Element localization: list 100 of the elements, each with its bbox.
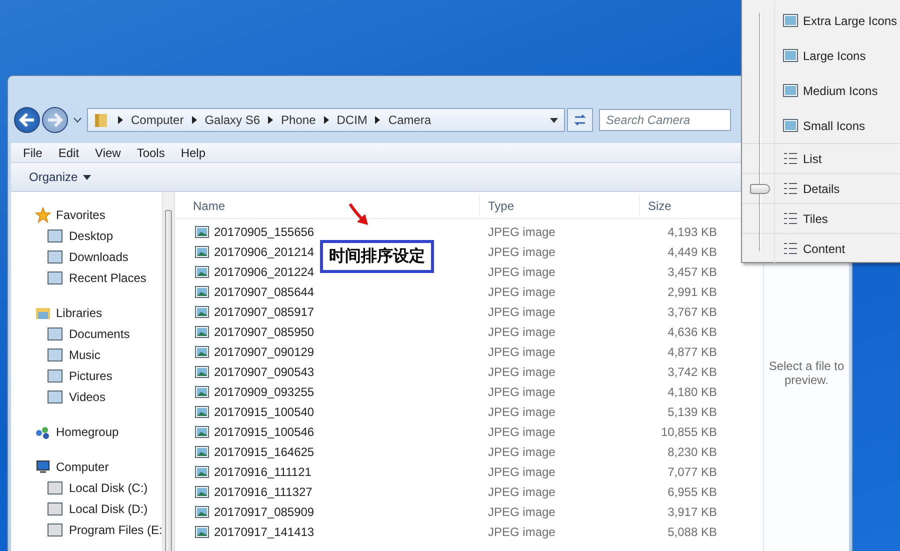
item-icon: [47, 390, 63, 404]
slider-thumb[interactable]: [750, 184, 770, 194]
item-icon: [47, 348, 63, 362]
breadcrumb[interactable]: Phone: [281, 113, 316, 127]
icon-view-icon: [783, 14, 798, 27]
organize-button[interactable]: Organize: [25, 168, 95, 186]
nav-item[interactable]: Downloads: [11, 246, 162, 267]
menu-item[interactable]: Help: [180, 146, 206, 160]
menu-item[interactable]: Extra Large Icons: [775, 14, 898, 28]
nav-item[interactable]: Libraries: [11, 302, 162, 323]
file-name[interactable]: 20170917_085909: [214, 505, 314, 519]
file-name[interactable]: 20170906_201214: [214, 245, 314, 259]
nav-item[interactable]: Favorites: [11, 204, 162, 225]
table-cell-text: JPEG image: [487, 425, 556, 439]
list-view-icon: [783, 212, 798, 225]
image-file-icon: [195, 526, 209, 538]
table-cell-text: 4,877 KB: [666, 345, 718, 359]
network-icon: [35, 424, 51, 438]
caret-icon[interactable]: [73, 117, 82, 123]
nav-item[interactable]: Computer: [11, 456, 162, 477]
computer-icon: [35, 460, 51, 474]
file-name[interactable]: 20170915_100540: [214, 405, 314, 419]
table-cell-text: 3,457 KB: [666, 265, 718, 279]
item-icon: [47, 522, 63, 536]
item-icon: [47, 228, 63, 242]
breadcrumb[interactable]: Camera: [388, 113, 432, 127]
nav-item[interactable]: Local Disk (D:): [11, 498, 162, 519]
breadcrumb[interactable]: Computer: [131, 113, 184, 127]
search-field[interactable]: Search Camera: [599, 109, 731, 131]
chevron-icon[interactable]: [324, 116, 329, 124]
caret-icon[interactable]: [550, 118, 558, 122]
nav-item[interactable]: Documents: [11, 323, 162, 344]
table-cell-text: 7,077 KB: [666, 465, 718, 479]
chevron-icon[interactable]: [192, 116, 197, 124]
image-file-icon: [195, 466, 209, 478]
table-cell-text: 2,991 KB: [666, 285, 718, 299]
file-name[interactable]: 20170905_155656: [214, 225, 314, 239]
nav-item[interactable]: Recent Places: [11, 267, 162, 288]
file-name[interactable]: 20170907_085950: [214, 325, 314, 339]
table-cell-text: JPEG image: [487, 465, 556, 479]
menu-item[interactable]: Small Icons: [775, 118, 866, 132]
nav-item[interactable]: Desktop: [11, 225, 162, 246]
arrow-drawing: [347, 202, 371, 228]
menu-item[interactable]: Edit: [58, 146, 80, 160]
menu-item[interactable]: File: [23, 146, 42, 160]
table-cell-text: JPEG image: [487, 505, 556, 519]
forward-arrow-icon: [47, 113, 63, 127]
nav-item[interactable]: Music: [11, 344, 162, 365]
menu-item[interactable]: Details: [775, 182, 840, 196]
list-view-icon: [783, 242, 798, 255]
menu-item[interactable]: List: [775, 152, 822, 166]
file-name[interactable]: 20170907_085644: [214, 285, 314, 299]
menu-item[interactable]: Tools: [136, 146, 165, 160]
nav-item[interactable]: Local Disk (C:): [11, 477, 162, 498]
menu-item[interactable]: View: [95, 146, 121, 160]
table-cell-text: 3,767 KB: [666, 305, 718, 319]
image-file-icon: [195, 406, 209, 418]
file-name[interactable]: 20170916_111327: [214, 485, 312, 499]
column-header[interactable]: Type: [480, 195, 640, 217]
folder-icon: [94, 112, 108, 128]
file-name[interactable]: 20170907_090543: [214, 365, 314, 379]
breadcrumb[interactable]: Galaxy S6: [204, 113, 260, 127]
annotation-label: 时间排序设定: [320, 240, 434, 273]
menu-item[interactable]: Large Icons: [775, 48, 866, 62]
chevron-icon[interactable]: [375, 116, 380, 124]
image-file-icon: [195, 306, 209, 318]
nav-item[interactable]: Homegroup: [11, 421, 162, 442]
nav-item[interactable]: Program Files (E:: [11, 519, 162, 540]
refresh-button[interactable]: [567, 108, 593, 132]
image-file-icon: [195, 246, 209, 258]
forward-button[interactable]: [42, 107, 68, 133]
file-name[interactable]: 20170916_111121: [214, 465, 312, 479]
table-cell-text: JPEG image: [487, 285, 556, 299]
table-cell-text: JPEG image: [487, 405, 556, 419]
file-name[interactable]: 20170915_164625: [214, 445, 314, 459]
file-name[interactable]: 20170917_141413: [214, 525, 314, 539]
table-cell-text: 6,955 KB: [666, 485, 718, 499]
chevron-icon[interactable]: [118, 116, 123, 124]
table-cell-text: JPEG image: [487, 325, 556, 339]
file-name[interactable]: 20170907_090129: [214, 345, 314, 359]
table-cell-text: 3,917 KB: [666, 505, 718, 519]
menu-item[interactable]: Medium Icons: [775, 84, 878, 98]
file-name[interactable]: 20170915_100546: [214, 425, 314, 439]
breadcrumb[interactable]: DCIM: [336, 113, 368, 127]
item-icon: [47, 250, 63, 264]
file-name[interactable]: 20170909_093255: [214, 385, 314, 399]
file-name[interactable]: 20170906_201224: [214, 265, 314, 279]
back-button[interactable]: [14, 107, 40, 133]
scrollbar[interactable]: [162, 192, 174, 551]
table-cell-text: JPEG image: [487, 365, 556, 379]
file-name[interactable]: 20170907_085917: [214, 305, 314, 319]
address-bar[interactable]: Computer Galaxy S6 Phone DCIM Camera: [87, 108, 565, 132]
table-cell-text: 5,139 KB: [666, 405, 718, 419]
column-header[interactable]: Size: [640, 195, 733, 217]
nav-item[interactable]: Pictures: [11, 365, 162, 386]
menu-item[interactable]: Tiles: [775, 212, 828, 226]
chevron-icon[interactable]: [268, 116, 274, 124]
image-file-icon: [195, 286, 209, 298]
nav-item[interactable]: Videos: [11, 386, 162, 407]
menu-item[interactable]: Content: [775, 242, 846, 256]
